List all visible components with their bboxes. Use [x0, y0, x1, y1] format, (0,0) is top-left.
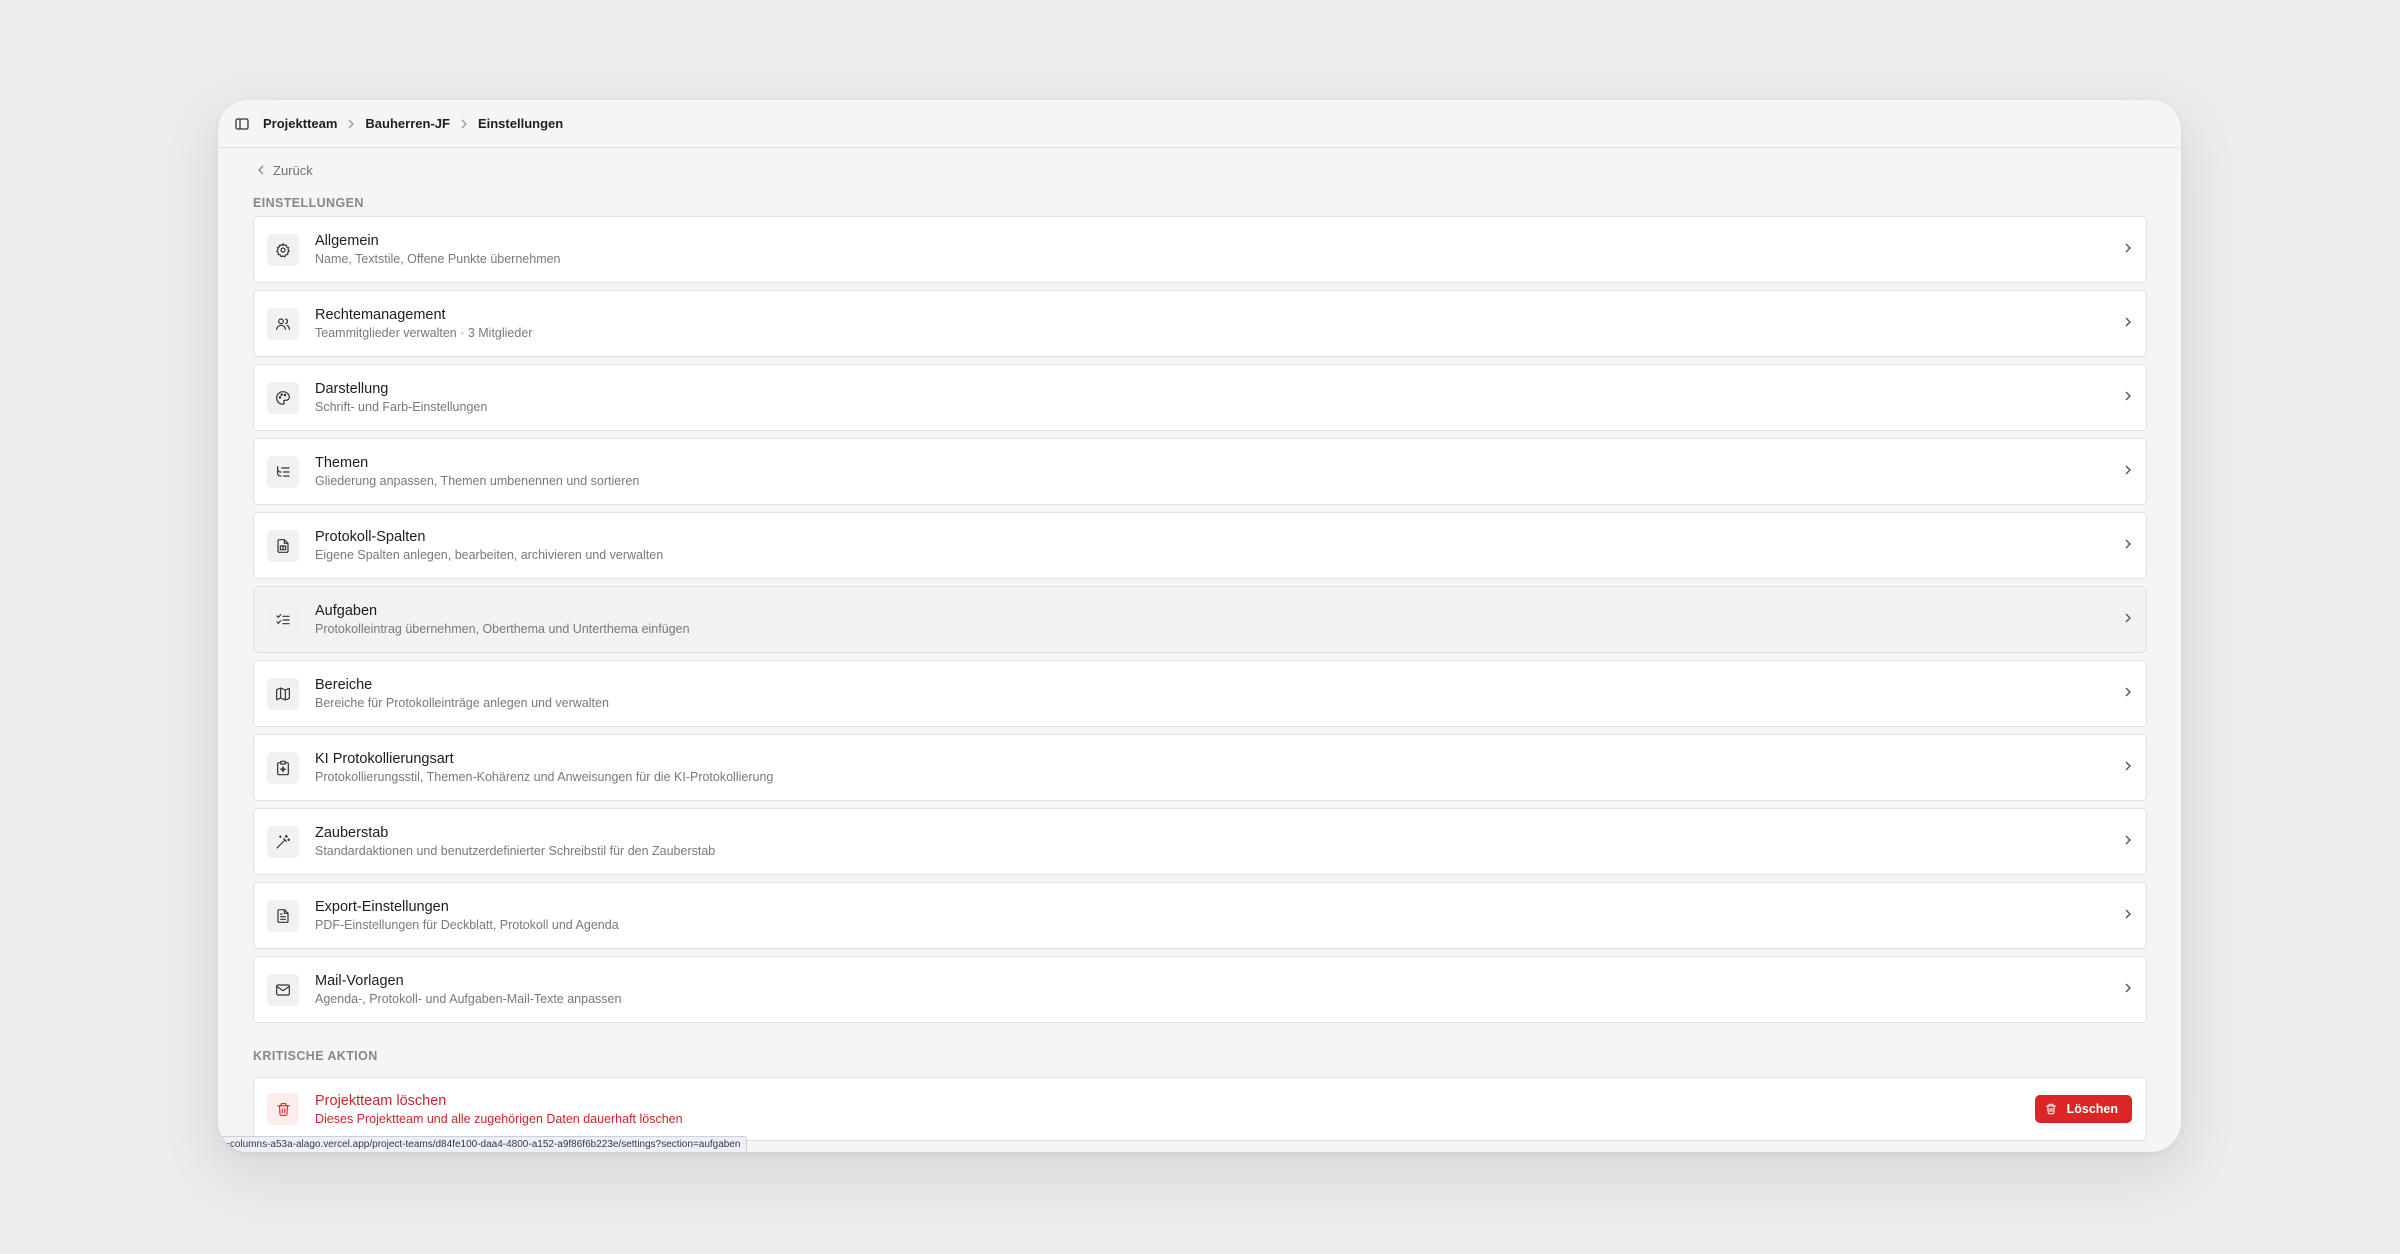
- list-checks-icon: [267, 603, 299, 636]
- chevron-right-icon: [2124, 685, 2132, 703]
- chevron-right-icon: [2124, 611, 2132, 629]
- settings-item-export-einstellungen[interactable]: Export-Einstellungen PDF-Einstellungen f…: [253, 882, 2147, 949]
- file-text-icon: [267, 899, 299, 932]
- chevron-right-icon: [2124, 537, 2132, 555]
- chevron-right-icon: [2124, 833, 2132, 851]
- breadcrumb-item-projektteam[interactable]: Projektteam: [263, 116, 337, 131]
- settings-item-subtitle: Agenda-, Protokoll- und Aufgaben-Mail-Te…: [315, 992, 622, 1006]
- chevron-right-icon: [2124, 981, 2132, 999]
- settings-item-title: Themen: [315, 455, 369, 471]
- chevron-right-icon: [2124, 463, 2132, 481]
- settings-list: Allgemein Name, Textstile, Offene Punkte…: [253, 216, 2147, 1023]
- settings-item-rechtemanagement[interactable]: Rechtemanagement Teammitglieder verwalte…: [253, 290, 2147, 357]
- settings-item-subtitle: Eigene Spalten anlegen, bearbeiten, arch…: [315, 548, 664, 562]
- settings-item-allgemein[interactable]: Allgemein Name, Textstile, Offene Punkte…: [253, 216, 2147, 283]
- settings-item-ki-protokollierungsart[interactable]: KI Protokollierungsart Protokollierungss…: [253, 734, 2147, 801]
- breadcrumb-item-einstellungen: Einstellungen: [477, 116, 564, 131]
- settings-item-title: Export-Einstellungen: [315, 899, 449, 915]
- list-tree-icon: [267, 455, 299, 488]
- status-bar-url: ~columns-a53a-alago.vercel.app/project-t…: [218, 1136, 748, 1152]
- settings-item-title: Zauberstab: [315, 825, 389, 841]
- palette-icon: [267, 381, 299, 414]
- settings-item-title: Mail-Vorlagen: [315, 973, 404, 989]
- settings-item-subtitle: Gliederung anpassen, Themen umbenennen u…: [315, 474, 640, 488]
- delete-button[interactable]: Löschen: [2034, 1095, 2132, 1123]
- settings-content: Zurück EINSTELLUNGEN Allgemein Name, Tex…: [218, 148, 2181, 1141]
- breadcrumb: Projektteam Bauherren-JF Einstellungen: [263, 116, 563, 131]
- section-label-settings: EINSTELLUNGEN: [253, 196, 364, 210]
- chevron-left-icon: [258, 165, 264, 175]
- settings-item-title: Darstellung: [315, 381, 389, 397]
- mail-icon: [267, 973, 299, 1006]
- settings-item-subtitle: Schrift- und Farb-Einstellungen: [315, 400, 488, 414]
- section-label-critical: KRITISCHE AKTION: [253, 1049, 378, 1063]
- settings-item-title: Aufgaben: [315, 603, 378, 619]
- gear-icon: [267, 233, 299, 266]
- magic-wand-icon: [267, 825, 299, 858]
- chevron-right-icon: [2124, 759, 2132, 777]
- settings-item-themen[interactable]: Themen Gliederung anpassen, Themen umben…: [253, 438, 2147, 505]
- settings-item-zauberstab[interactable]: Zauberstab Standardaktionen und benutzer…: [253, 808, 2147, 875]
- chevron-right-icon: [2124, 389, 2132, 407]
- settings-item-title: KI Protokollierungsart: [315, 751, 454, 767]
- settings-item-subtitle: Protokolleintrag übernehmen, Oberthema u…: [315, 622, 690, 636]
- trash-icon: [2045, 1103, 2056, 1115]
- settings-item-subtitle: Bereiche für Protokolleinträge anlegen u…: [315, 696, 609, 710]
- chevron-right-icon: [460, 119, 468, 129]
- clipboard-ai-icon: [267, 751, 299, 784]
- delete-team-card: Projektteam löschen Dieses Projektteam u…: [253, 1077, 2147, 1141]
- back-link[interactable]: Zurück: [257, 148, 347, 192]
- settings-item-mail-vorlagen[interactable]: Mail-Vorlagen Agenda-, Protokoll- und Au…: [253, 956, 2147, 1023]
- delete-team-subtitle: Dieses Projektteam und alle zugehörigen …: [315, 1111, 683, 1126]
- users-icon: [267, 307, 299, 340]
- settings-item-subtitle: Standardaktionen und benutzerdefinierter…: [315, 844, 716, 858]
- settings-item-title: Protokoll-Spalten: [315, 529, 426, 545]
- trash-icon: [267, 1093, 299, 1125]
- delete-team-title: Projektteam löschen: [315, 1092, 447, 1109]
- top-bar: Projektteam Bauherren-JF Einstellungen: [218, 100, 2181, 148]
- settings-item-title: Bereiche: [315, 677, 373, 693]
- back-label: Zurück: [273, 162, 313, 178]
- breadcrumb-item-bauherren[interactable]: Bauherren-JF: [365, 116, 450, 131]
- app-window: Projektteam Bauherren-JF Einstellungen Z…: [218, 100, 2181, 1152]
- chevron-right-icon: [2124, 907, 2132, 925]
- map-icon: [267, 677, 299, 710]
- file-spreadsheet-icon: [267, 529, 299, 562]
- chevron-right-icon: [347, 119, 355, 129]
- settings-item-subtitle: Protokollierungsstil, Themen-Kohärenz un…: [315, 770, 774, 784]
- settings-item-subtitle: Name, Textstile, Offene Punkte übernehme…: [315, 252, 561, 266]
- settings-item-title: Rechtemanagement: [315, 307, 446, 323]
- settings-item-bereiche[interactable]: Bereiche Bereiche für Protokolleinträge …: [253, 660, 2147, 727]
- settings-item-subtitle: Teammitglieder verwalten · 3 Mitglieder: [315, 326, 533, 340]
- chevron-right-icon: [2124, 315, 2132, 333]
- settings-item-subtitle: PDF-Einstellungen für Deckblatt, Protoko…: [315, 918, 619, 932]
- settings-item-title: Allgemein: [315, 233, 379, 249]
- sidebar-toggle-icon[interactable]: [231, 113, 253, 135]
- chevron-right-icon: [2124, 241, 2132, 259]
- settings-item-protokoll-spalten[interactable]: Protokoll-Spalten Eigene Spalten anlegen…: [253, 512, 2147, 579]
- settings-item-darstellung[interactable]: Darstellung Schrift- und Farb-Einstellun…: [253, 364, 2147, 431]
- delete-button-label: Löschen: [2066, 1102, 2118, 1116]
- settings-item-aufgaben[interactable]: Aufgaben Protokolleintrag übernehmen, Ob…: [253, 586, 2147, 653]
